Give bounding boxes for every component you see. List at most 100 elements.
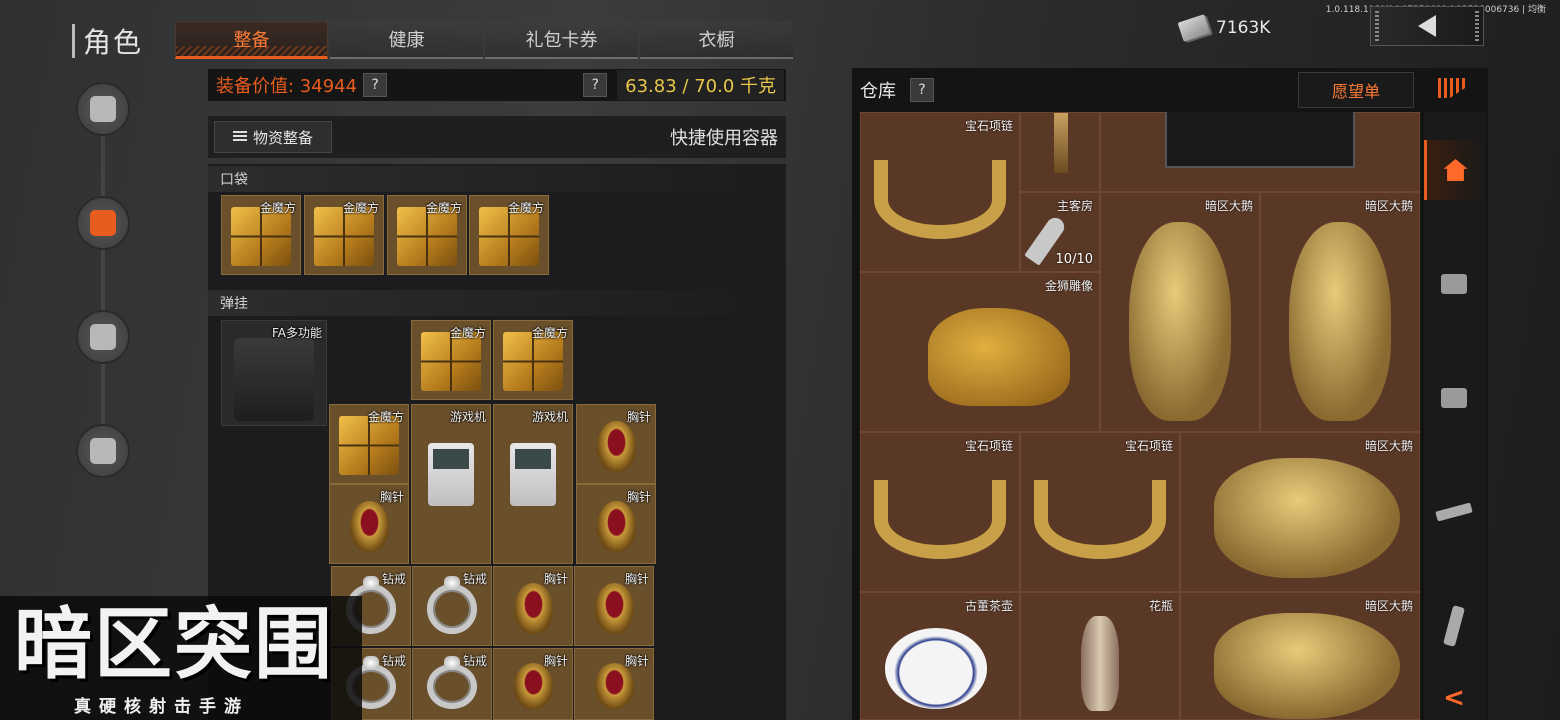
rig-item-slot[interactable]: 钻戒 [412,566,492,646]
warehouse-help-button[interactable]: ? [910,78,934,102]
tab-gift-vouchers[interactable]: 礼包卡券 [485,21,638,59]
warehouse-item[interactable]: 宝石项链 [860,112,1020,272]
logo-title: 暗区突围 [14,600,335,690]
tools-icon [90,438,116,464]
rig-item-slot[interactable]: 胸针 [493,566,573,646]
rig-item-slot[interactable]: 金魔方 [493,320,573,400]
warehouse-item[interactable]: 暗区大鹅 [1180,432,1420,592]
resupply-label: 物资整备 [253,128,314,147]
magazine-icon [1443,605,1465,647]
goose-figure-icon [1214,613,1400,719]
resupply-button[interactable]: 物资整备 [214,121,333,153]
warehouse-grid[interactable]: 宝石项链 主客房 10/10 暗区大鹅 暗区大鹅 金狮雕像 宝石项链 宝石项链 暗… [860,112,1420,720]
rig-item-slot[interactable]: 胸针 [576,484,656,564]
tab-loadout[interactable]: 整备 [175,21,328,59]
rail-home[interactable] [1424,140,1484,200]
list-icon [233,131,247,143]
side-nav-line [101,120,105,460]
back-arrow-icon [1418,15,1436,37]
tab-health[interactable]: 健康 [330,21,483,59]
warehouse-item[interactable]: 古董茶壶 [860,592,1020,720]
warehouse-item[interactable] [1100,112,1420,192]
warehouse-item[interactable] [1020,112,1100,192]
necklace-icon [1033,480,1167,560]
tab-bar: 整备 健康 礼包卡券 衣橱 [175,21,795,59]
resupply-row: 物资整备 快捷使用容器 [208,116,786,158]
item-label: 暗区大鹅 [1204,199,1253,213]
side-nav-loadout[interactable] [76,196,130,250]
warehouse-item[interactable]: 暗区大鹅 [1260,192,1420,432]
logo-subtitle: 真硬核射击手游 [74,697,249,717]
pocket-slot[interactable]: 金魔方 [387,195,467,275]
money-icon [1177,14,1211,42]
rig-slot[interactable]: FA多功能 [221,320,327,426]
rail-weapons[interactable] [1424,482,1484,542]
side-nav-bag[interactable] [76,310,130,364]
tactical-vest-icon [234,337,314,421]
rig-section-label: 弹挂 [208,290,786,316]
item-label: 胸针 [624,572,649,586]
brooch-icon [513,582,553,635]
back-button[interactable] [1370,6,1484,46]
item-label: 宝石项链 [964,119,1013,133]
item-label: 暗区大鹅 [1364,439,1413,453]
backpack-loadout-icon [90,210,116,236]
item-label: 金魔方 [342,201,379,215]
case-icon [1164,112,1356,168]
rig-item-slot[interactable]: 胸针 [576,404,656,484]
pocket-slot[interactable]: 金魔方 [304,195,384,275]
rig-item-slot[interactable]: 游戏机 [493,404,573,564]
page-title-bar: 角色 [72,22,143,60]
tab-wardrobe[interactable]: 衣橱 [640,21,793,59]
warehouse-item[interactable]: 金狮雕像 [860,272,1100,432]
warehouse-item[interactable]: 暗区大鹅 [1100,192,1260,432]
rig-item-slot[interactable]: 金魔方 [411,320,491,400]
rail-storage-2[interactable] [1424,368,1484,428]
item-label: FA多功能 [271,326,322,340]
item-label: 金魔方 [449,326,486,340]
brooch-icon [596,420,636,473]
warehouse-item[interactable]: 宝石项链 [1020,432,1180,592]
title-divider [72,24,75,58]
item-label: 钻戒 [462,654,487,668]
rig-item-slot[interactable]: 钻戒 [412,648,492,720]
item-label: 钻戒 [381,654,406,668]
rig-item-slot[interactable]: 胸针 [493,648,573,720]
item-label: 游戏机 [449,410,486,424]
value-help-button[interactable]: ? [363,73,388,97]
pocket-slot[interactable]: 金魔方 [469,195,549,275]
helmet-gun-icon [90,96,116,122]
item-label: 金魔方 [425,201,462,215]
brooch-icon [596,500,636,553]
side-nav-tools[interactable] [76,424,130,478]
warehouse-item[interactable]: 主客房 10/10 [1020,192,1100,272]
item-label: 胸针 [543,572,568,586]
pocket-slot[interactable]: 金魔方 [221,195,301,275]
side-nav-helmet[interactable] [76,82,130,136]
warehouse-item[interactable]: 花瓶 [1020,592,1180,720]
weight-help-button[interactable]: ? [583,73,608,97]
rig-item-slot[interactable]: 金魔方 [329,404,409,484]
lion-statue-icon [927,307,1071,406]
warehouse-item[interactable]: 宝石项链 [860,432,1020,592]
item-label: 古董茶壶 [964,599,1013,613]
rail-storage-1[interactable] [1424,254,1484,314]
rig-item-slot[interactable]: 胸针 [329,484,409,564]
wishlist-button[interactable]: 愿望单 [1298,72,1414,108]
rig-item-slot[interactable]: 胸针 [574,648,654,720]
rig-item-slot[interactable]: 游戏机 [411,404,491,564]
chevron-left-icon: < [1443,683,1465,713]
brooch-icon [513,663,553,710]
rig-item-slot[interactable]: 胸针 [574,566,654,646]
brooch-icon [594,582,634,635]
rail-ammo[interactable] [1424,596,1484,656]
item-label: 胸针 [626,410,651,424]
item-label: 钻戒 [462,572,487,586]
rail-collapse-button[interactable]: < [1424,676,1484,720]
item-label: 金魔方 [507,201,544,215]
warehouse-item[interactable]: 暗区大鹅 [1180,592,1420,720]
diamond-ring-icon [427,576,477,635]
warehouse-title: 仓库 [860,81,896,102]
goose-figure-icon [1129,221,1231,422]
game-machine-icon [509,442,557,507]
